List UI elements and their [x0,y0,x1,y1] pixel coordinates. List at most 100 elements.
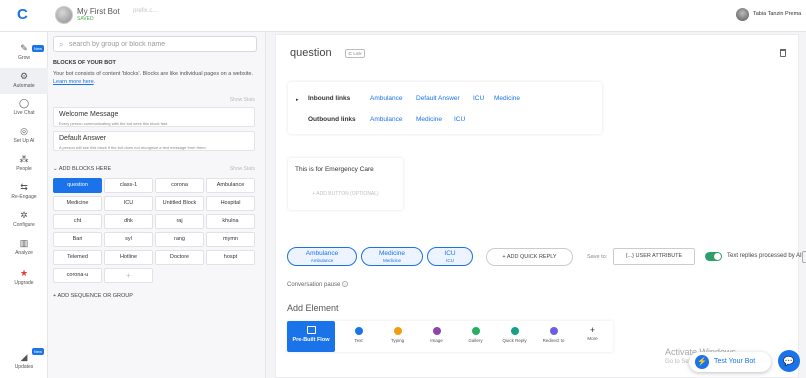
nav-item-live-chat[interactable]: ◯ Live Chat [0,98,48,120]
block-icu[interactable]: ICU [104,196,153,211]
user-attribute-button[interactable]: {...} USER ATTRIBUTE [613,248,695,265]
show-stats-link[interactable]: Show Stats [230,166,255,172]
blocks-panel: ⌕ BLOCKS OF YOUR BOT Your bot consists o… [48,32,266,378]
welcome-message-block[interactable]: Welcome Message Every person communicati… [53,107,255,127]
expand-arrow-icon[interactable]: ▸ [296,97,299,103]
add-block-button[interactable]: + [104,268,153,283]
block-hotline[interactable]: Hotline [104,250,153,265]
links-card: ▸ Inbound links Ambulance Default Answer… [288,82,602,134]
quick-reply-ambulance[interactable]: Ambulance Ambulance [287,247,357,266]
element-toolbar: Pre-Built Flow Text Typing Image Gallery… [287,321,613,352]
add-quick-reply-button[interactable]: + ADD QUICK REPLY [486,248,573,266]
block-cht[interactable]: cht [53,214,102,229]
show-stats-link[interactable]: Show Stats [230,97,255,103]
block-title[interactable]: question [290,47,332,59]
inbound-link[interactable]: Medicine [494,95,520,102]
gallery-element-button[interactable]: Gallery [456,321,495,352]
block-mymn[interactable]: mymn [206,232,255,247]
right-scroll-tab[interactable] [802,251,806,263]
block-bari[interactable]: Bari [53,232,102,247]
nav-item-grow[interactable]: New ✎ Grow [0,40,48,64]
block-class-1[interactable]: class-1 [104,178,153,193]
more-element-button[interactable]: + More [573,321,612,352]
inbound-link[interactable]: Default Answer [416,95,460,102]
outbound-link[interactable]: Medicine [416,116,442,123]
block-question[interactable]: question [53,178,102,193]
megaphone-icon: ◢ [20,352,28,362]
add-element-title: Add Element [287,303,339,313]
help-icon[interactable]: ? [342,281,349,287]
search-icon: ⌕ [59,40,64,49]
block-editor: question ⊏ Link ▸ Inbound links Ambulanc… [267,32,806,378]
text-element-button[interactable]: Text [339,321,378,352]
block-search[interactable]: ⌕ [53,36,257,52]
messenger-icon: ⚡ [695,355,709,369]
learn-more-link[interactable]: Learn more here [53,79,94,85]
star-icon: ★ [19,268,29,278]
block-doctore[interactable]: Doctore [155,250,204,265]
block-khulna[interactable]: khulna [206,214,255,229]
quick-reply-icon [510,327,519,335]
quick-reply-element-button[interactable]: Quick Reply [495,321,534,352]
add-button-option[interactable]: + ADD BUTTON (OPTIONAL) [288,191,403,197]
block-ambulance[interactable]: Ambulance [206,178,255,193]
add-blocks-header[interactable]: ⌄ ADD BLOCKS HERE [53,166,111,172]
search-input[interactable] [69,39,249,50]
nav-item-upgrade[interactable]: ★ Upgrade [0,268,48,290]
nav-item-re-engage[interactable]: ⇆ Re-Engage [0,182,48,204]
block-dhk[interactable]: dhk [104,214,153,229]
image-element-button[interactable]: Image [417,321,456,352]
bot-status: SAVED [77,16,94,22]
block-hospt[interactable]: hospt [206,250,255,265]
user-name[interactable]: Tabia Tanzin Prema [753,11,801,17]
outbound-link[interactable]: ICU [454,116,465,123]
block-rang[interactable]: rang [155,232,204,247]
nav-item-configure[interactable]: ✲ Configure [0,210,48,232]
quick-reply-medicine[interactable]: Medicine Medicine [361,247,423,266]
trash-icon[interactable] [780,49,786,57]
block-medicine[interactable]: Medicine [53,196,102,211]
text-message-card[interactable]: This is for Emergency Care + ADD BUTTON … [288,158,403,210]
conversation-pause[interactable]: Conversation pause ? [287,281,349,288]
inbound-link[interactable]: ICU [473,95,484,102]
add-sequence-button[interactable]: + ADD SEQUENCE OR GROUP [53,293,133,299]
ai-replies-toggle[interactable] [705,252,722,261]
ai-brain-icon: ◎ [20,126,28,136]
plus-icon: + [589,325,596,335]
typing-element-button[interactable]: Typing [378,321,417,352]
default-answer-block[interactable]: Default Answer A person will see this bl… [53,131,255,151]
save-to-label: Save to: [587,254,608,260]
pencil-icon: ✎ [20,43,28,53]
nav-item-automate[interactable]: ⚙ Automate [0,68,48,94]
link-button[interactable]: ⊏ Link [345,49,365,58]
block-raj[interactable]: raj [155,214,204,229]
bot-avatar[interactable] [55,6,73,24]
support-chat-icon[interactable]: 💬 [778,350,800,372]
test-your-bot-button[interactable]: ⚡ Test Your Bot [689,352,771,372]
top-bar: C My First Bot SAVED prefix.c... Tabia T… [0,0,806,32]
bot-name[interactable]: My First Bot [77,7,120,16]
inbound-links-label: Inbound links [308,95,351,102]
block-untitled[interactable]: Untitled Block [155,196,204,211]
message-text[interactable]: This is for Emergency Care [295,166,374,173]
left-nav: New ✎ Grow ⚙ Automate ◯ Live Chat ◎ Set … [0,32,48,378]
redirect-element-button[interactable]: Redirect to [534,321,573,352]
inbound-link[interactable]: Ambulance [370,95,403,102]
block-syl[interactable]: syl [104,232,153,247]
nav-item-analyze[interactable]: ▥ Analyze [0,238,48,260]
user-avatar[interactable] [736,8,749,21]
block-corona[interactable]: corona [155,178,204,193]
nav-item-people[interactable]: ⁂ People [0,154,48,176]
nav-item-set-up-ai[interactable]: ◎ Set Up AI [0,126,48,148]
new-badge: New [32,45,45,52]
quick-reply-icu[interactable]: ICU ICU [427,247,473,266]
outbound-link[interactable]: Ambulance [370,116,403,123]
prebuilt-flow-button[interactable]: Pre-Built Flow [287,321,335,352]
prefix-field[interactable]: prefix.c... [133,8,157,14]
chat-bubble-icon: ◯ [19,98,30,108]
block-telemed[interactable]: Telemed [53,250,102,265]
block-hospital[interactable]: Hospital [206,196,255,211]
nav-item-updates[interactable]: New ◢ Updates [0,348,48,372]
chatfuel-logo-icon[interactable]: C [17,7,31,23]
block-corona-u[interactable]: corona-u [53,268,102,283]
